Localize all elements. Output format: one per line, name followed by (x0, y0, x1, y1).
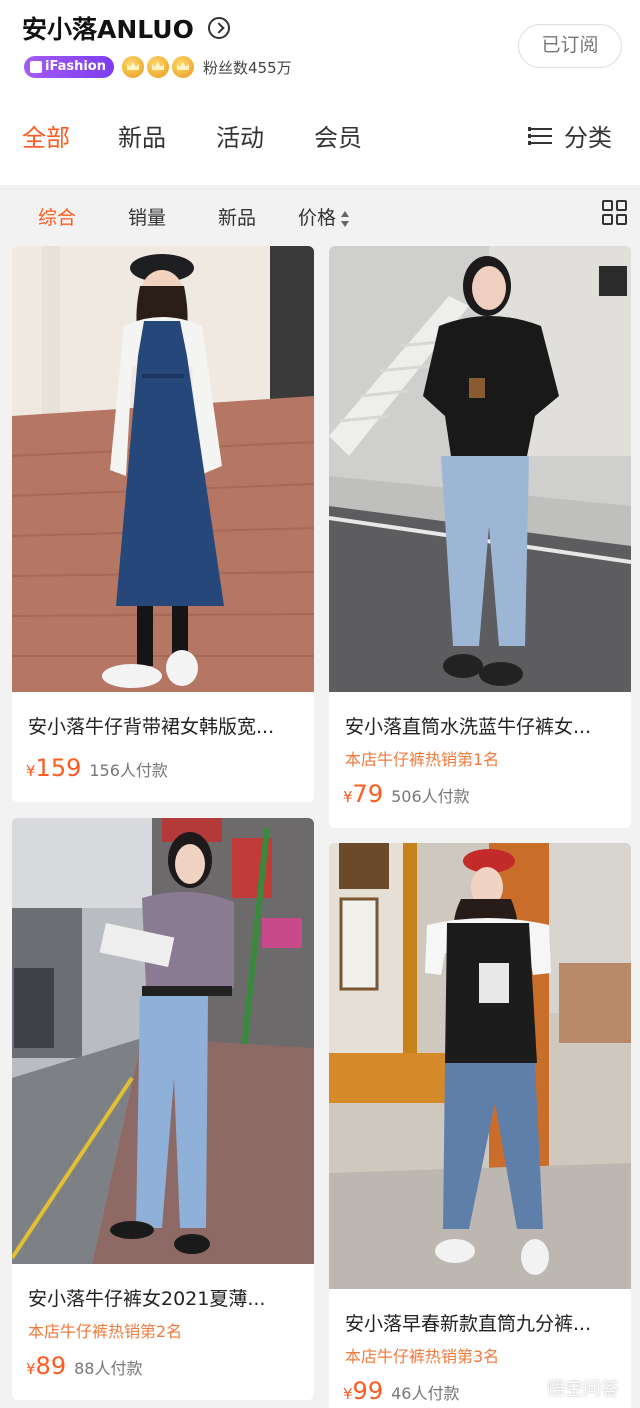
product-image[interactable] (329, 843, 631, 1289)
grid-view-icon[interactable] (602, 200, 628, 226)
watermark-text: 悟空问答 (547, 1379, 619, 1400)
tab-member[interactable]: 会员 (314, 118, 362, 153)
sort-price[interactable]: 价格 (298, 203, 350, 230)
list-icon (528, 126, 552, 146)
watermark: 悟空问答 (521, 1375, 619, 1401)
tab-new[interactable]: 新品 (118, 118, 166, 153)
sort-bar: 综合 销量 新品 价格 (0, 190, 640, 242)
product-card[interactable]: 安小落牛仔裤女2021夏薄... 本店牛仔裤热销第2名 ¥ 89 88人付款 (12, 818, 314, 1400)
shop-header: 安小落ANLUO iFashion 粉丝数455万 已订阅 全部 新品 活动 会… (0, 0, 640, 185)
paid-count: 506人付款 (391, 787, 470, 806)
sort-sales[interactable]: 销量 (128, 203, 166, 230)
paid-count: 156人付款 (89, 761, 168, 780)
currency-symbol: ¥ (26, 1360, 36, 1378)
ifashion-icon (30, 61, 42, 73)
sort-comprehensive[interactable]: 综合 (38, 203, 76, 230)
shop-name: 安小落ANLUO (22, 15, 194, 44)
paid-count: 88人付款 (74, 1359, 143, 1378)
product-price: 79 (352, 780, 384, 808)
price-row: ¥ 79 506人付款 (343, 780, 470, 808)
shop-name-row[interactable]: 安小落ANLUO (22, 10, 230, 46)
currency-symbol: ¥ (343, 1385, 353, 1403)
product-price: 159 (35, 754, 82, 782)
sales-rank: 本店牛仔裤热销第3名 (345, 1347, 500, 1366)
price-row: ¥ 99 46人付款 (343, 1377, 459, 1405)
sales-rank: 本店牛仔裤热销第1名 (345, 750, 500, 769)
crown-icon (146, 56, 169, 78)
product-title[interactable]: 安小落牛仔背带裙女韩版宽... (28, 712, 302, 739)
crown-icon (121, 56, 144, 78)
shop-meta: iFashion 粉丝数455万 (24, 56, 292, 78)
product-price: 99 (352, 1377, 384, 1405)
ifashion-badge: iFashion (24, 56, 114, 78)
price-row: ¥ 159 156人付款 (26, 754, 168, 782)
wukong-logo-icon (521, 1377, 543, 1399)
paid-count: 46人付款 (391, 1384, 460, 1403)
price-row: ¥ 89 88人付款 (26, 1352, 142, 1380)
category-label: 分类 (564, 124, 612, 152)
product-card[interactable]: 安小落早春新款直筒九分裤... 本店牛仔裤热销第3名 ¥ 99 46人付款 悟空… (329, 843, 631, 1408)
category-button[interactable]: 分类 (528, 118, 612, 153)
product-title[interactable]: 安小落直筒水洗蓝牛仔裤女... (345, 712, 619, 739)
main-tabs: 全部 新品 活动 会员 分类 (0, 118, 640, 164)
fans-count: 粉丝数455万 (202, 58, 292, 77)
sales-rank: 本店牛仔裤热销第2名 (28, 1322, 183, 1341)
chevron-right-icon[interactable] (207, 17, 230, 39)
sort-new[interactable]: 新品 (218, 203, 256, 230)
crown-icon (171, 56, 194, 78)
product-image[interactable] (12, 246, 314, 692)
sort-price-label: 价格 (298, 207, 337, 229)
tab-all[interactable]: 全部 (22, 118, 70, 153)
product-card[interactable]: 安小落牛仔背带裙女韩版宽... ¥ 159 156人付款 (12, 246, 314, 802)
product-image[interactable] (329, 246, 631, 692)
product-image[interactable] (12, 818, 314, 1264)
sort-arrows-icon (340, 210, 350, 228)
product-price: 89 (35, 1352, 67, 1380)
subscribe-button[interactable]: 已订阅 (518, 24, 622, 68)
product-card[interactable]: 安小落直筒水洗蓝牛仔裤女... 本店牛仔裤热销第1名 ¥ 79 506人付款 (329, 246, 631, 828)
product-title[interactable]: 安小落早春新款直筒九分裤... (345, 1309, 619, 1336)
product-title[interactable]: 安小落牛仔裤女2021夏薄... (28, 1284, 302, 1311)
badge-label: iFashion (45, 59, 106, 74)
currency-symbol: ¥ (26, 762, 36, 780)
tab-activity[interactable]: 活动 (216, 118, 264, 153)
currency-symbol: ¥ (343, 788, 353, 806)
crown-rating (121, 56, 197, 78)
